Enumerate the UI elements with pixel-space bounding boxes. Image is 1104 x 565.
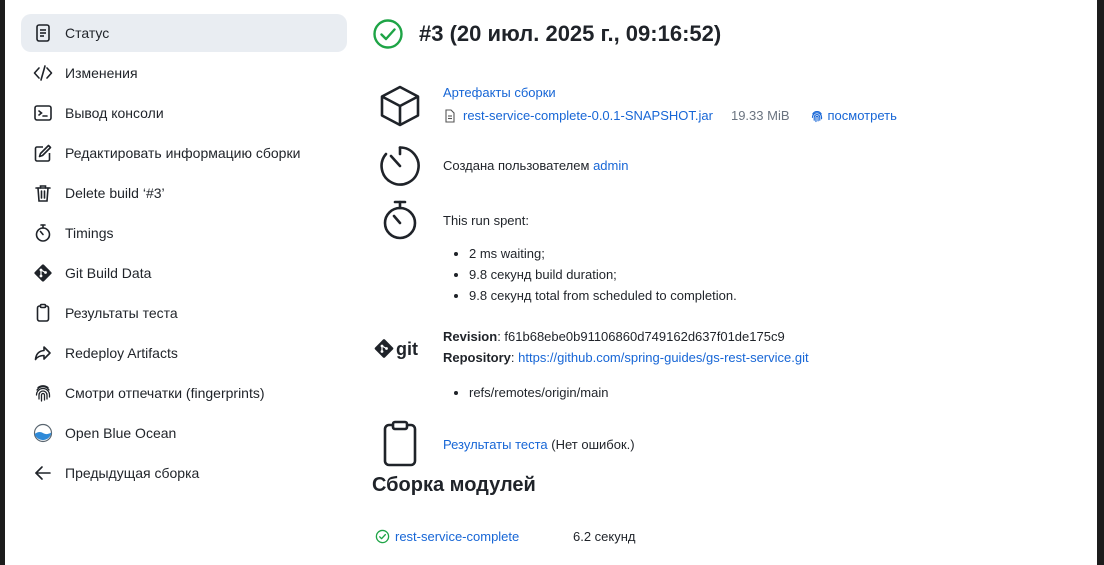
git-logo-icon: git [372, 326, 428, 374]
page-header: #3 (20 июл. 2025 г., 09:16:52) [372, 18, 721, 50]
sidebar-item-label: Open Blue Ocean [65, 425, 177, 441]
file-icon [445, 108, 455, 123]
sidebar-item-label: Redeploy Artifacts [65, 345, 178, 361]
code-icon [32, 62, 54, 84]
clipboard-icon [372, 420, 428, 468]
list-item: 2 ms waiting; [469, 243, 737, 264]
sidebar-item-label: Редактировать информацию сборки [65, 145, 301, 161]
sidebar-item-label: Статус [65, 25, 110, 41]
tests-section: Результаты теста (Нет ошибок.) [372, 420, 635, 468]
artifacts-section: Артефакты сборки rest-service-complete-0… [372, 82, 897, 130]
window-edge-right [1097, 0, 1104, 565]
sidebar-item-label: Предыдущая сборка [65, 465, 200, 481]
artifact-file-link[interactable]: rest-service-complete-0.0.1-SNAPSHOT.jar [463, 105, 713, 126]
fingerprint-icon [32, 382, 54, 404]
view-label[interactable]: посмотреть [828, 105, 897, 126]
blue-ocean-icon [32, 422, 54, 444]
list-item: 9.8 секунд total from scheduled to compl… [469, 285, 737, 306]
modules-heading: Сборка модулей [372, 474, 536, 496]
share-icon [32, 342, 54, 364]
svg-text:git: git [396, 339, 418, 359]
sidebar-item-label: Изменения [65, 65, 138, 81]
sidebar-item-delete[interactable]: Delete build ‘#3’ [21, 174, 347, 212]
repository-link[interactable]: https://github.com/spring-guides/gs-rest… [518, 350, 808, 365]
edit-icon [32, 142, 54, 164]
created-by-prefix: Создана пользователем [443, 158, 590, 173]
stopwatch-icon [32, 222, 54, 244]
success-check-icon [373, 19, 403, 49]
sidebar-item-label: Delete build ‘#3’ [65, 185, 165, 201]
sidebar-item-label: Вывод консоли [65, 105, 164, 121]
artifact-size: 19.33 MiB [730, 108, 790, 123]
sidebar-item-test-results[interactable]: Результаты теста [21, 294, 347, 332]
timer-icon [372, 142, 428, 190]
git-icon [32, 262, 54, 284]
created-by-section: Создана пользователем admin [372, 142, 628, 190]
sidebar-item-label: Timings [65, 225, 114, 241]
fingerprint-icon [811, 110, 822, 122]
list-item: refs/remotes/origin/main [469, 382, 809, 403]
package-icon [372, 82, 428, 130]
sidebar-item-changes[interactable]: Изменения [21, 54, 347, 92]
timing-section: This run spent: 2 ms waiting; 9.8 секунд… [372, 196, 737, 306]
clipboard-icon [32, 302, 54, 324]
table-row: rest-service-complete 6.2 секунд [375, 529, 636, 544]
sidebar-item-git-build-data[interactable]: Git Build Data [21, 254, 347, 292]
trash-icon [32, 182, 54, 204]
sidebar-item-fingerprints[interactable]: Смотри отпечатки (fingerprints) [21, 374, 347, 412]
sidebar: Статус Изменения Вывод консоли Редактиро… [21, 14, 347, 494]
page-title: #3 (20 июл. 2025 г., 09:16:52) [419, 21, 722, 46]
window-edge-left [0, 0, 5, 565]
git-section: git Revision: f61b68ebe0b91106860d749162… [372, 326, 809, 403]
success-check-icon [375, 529, 390, 544]
sidebar-item-label: Результаты теста [65, 305, 178, 321]
revision-label: Revision [443, 329, 498, 344]
timing-list: 2 ms waiting; 9.8 секунд build duration;… [469, 243, 737, 306]
list-item: 9.8 секунд build duration; [469, 264, 737, 285]
terminal-icon [32, 102, 54, 124]
module-duration: 6.2 секунд [573, 529, 636, 544]
branch-list: refs/remotes/origin/main [469, 382, 809, 403]
sidebar-item-timings[interactable]: Timings [21, 214, 347, 252]
sidebar-item-label: Смотри отпечатки (fingerprints) [65, 385, 265, 401]
test-results-link[interactable]: Результаты теста [443, 437, 548, 452]
repository-label: Repository [443, 350, 511, 365]
document-icon [32, 22, 54, 44]
arrow-left-icon [32, 462, 54, 484]
main-content: #3 (20 июл. 2025 г., 09:16:52) Артефакты… [372, 0, 1092, 565]
sidebar-item-status[interactable]: Статус [21, 14, 347, 52]
sidebar-item-console[interactable]: Вывод консоли [21, 94, 347, 132]
timing-heading: This run spent: [443, 213, 529, 228]
stopwatch-icon [372, 196, 428, 244]
sidebar-item-label: Git Build Data [65, 265, 152, 281]
sidebar-item-redeploy[interactable]: Redeploy Artifacts [21, 334, 347, 372]
revision-value: f61b68ebe0b91106860d749162d637f01de175c9 [504, 329, 785, 344]
view-fingerprint-link[interactable]: посмотреть [810, 105, 897, 126]
sidebar-item-previous-build[interactable]: Предыдущая сборка [21, 454, 347, 492]
sidebar-item-blue-ocean[interactable]: Open Blue Ocean [21, 414, 347, 452]
user-link[interactable]: admin [593, 158, 628, 173]
artifacts-heading-link[interactable]: Артефакты сборки [443, 85, 556, 100]
module-link[interactable]: rest-service-complete [395, 529, 519, 544]
test-results-summary: (Нет ошибок.) [551, 437, 635, 452]
sidebar-item-edit[interactable]: Редактировать информацию сборки [21, 134, 347, 172]
